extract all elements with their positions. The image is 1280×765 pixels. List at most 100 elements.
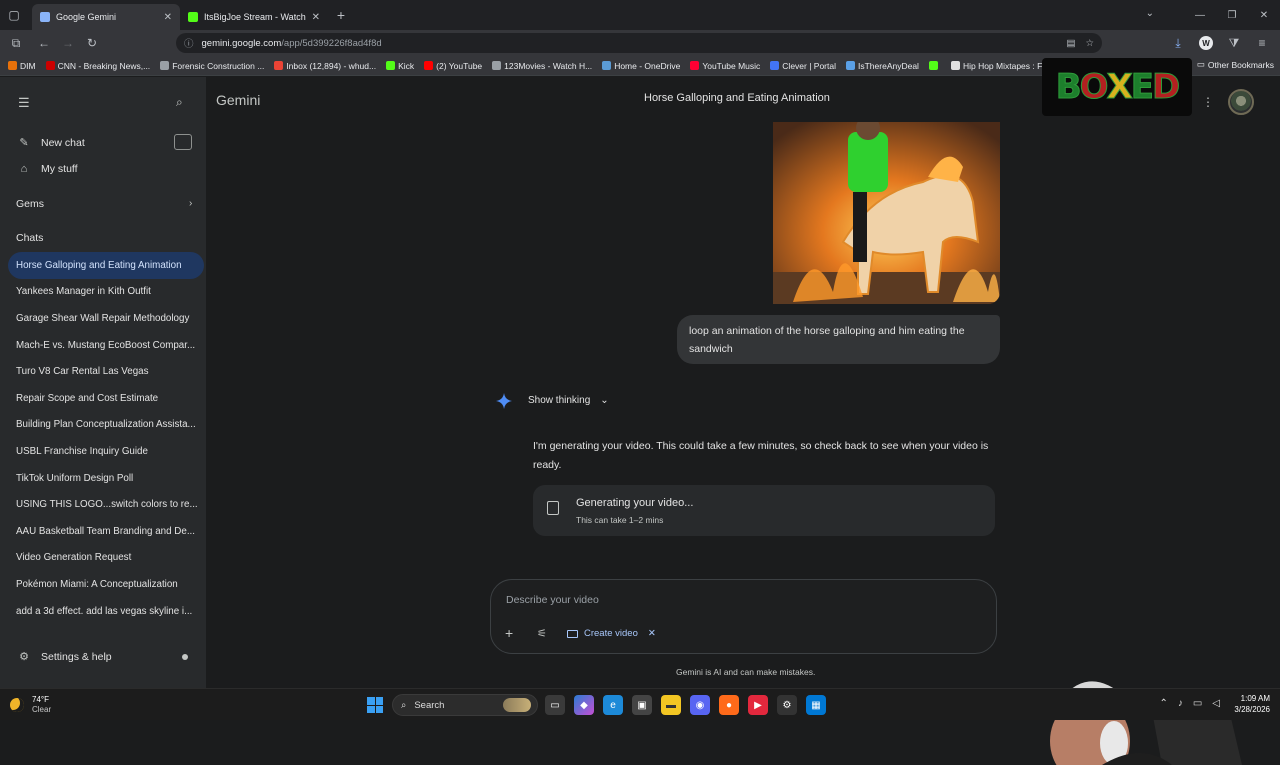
model-response: I'm generating your video. This could ta…: [533, 440, 989, 471]
generated-image[interactable]: [773, 122, 1000, 304]
bookmark-item[interactable]: Hip Hop Mixtapes : Fr...: [950, 60, 1052, 71]
tab-actions-icon[interactable]: ▢: [0, 0, 28, 30]
chat-list-item[interactable]: Mach-E vs. Mustang EcoBoost Compar...: [8, 332, 204, 359]
chat-list-item[interactable]: TikTok Uniform Design Poll: [8, 465, 204, 492]
system-tray: ⌃ ♪ ▭ ◁: [1159, 698, 1220, 709]
close-tab-icon[interactable]: ✕: [312, 12, 320, 23]
tab-itsbigjoe-stream[interactable]: ItsBigJoe Stream - Watch Live o ✕: [180, 4, 328, 30]
extensions-icon[interactable]: ⧩: [1222, 31, 1246, 55]
tab-google-gemini[interactable]: Google Gemini ✕: [32, 4, 180, 30]
generation-status-subtitle: This can take 1–2 mins: [576, 515, 664, 525]
restore-icon[interactable]: ❐: [1216, 0, 1248, 30]
volume-icon[interactable]: ◁: [1212, 698, 1220, 709]
bookmark-favicon-icon: [950, 61, 960, 70]
bookmark-item[interactable]: (2) YouTube: [424, 61, 482, 71]
weather-widget[interactable]: 74°F Clear: [10, 695, 51, 715]
temporary-chat-icon[interactable]: [174, 134, 192, 150]
chat-list-item[interactable]: Horse Galloping and Eating Animation: [8, 252, 204, 279]
download-icon[interactable]: ⤓: [1166, 31, 1190, 55]
bookmark-item[interactable]: Clever | Portal: [770, 61, 836, 71]
bookmark-label: Hip Hop Mixtapes : Fr...: [962, 60, 1052, 71]
gems-link[interactable]: Gems: [16, 198, 44, 210]
close-window-icon[interactable]: ✕: [1248, 0, 1280, 30]
photos-icon[interactable]: ▦: [806, 695, 826, 715]
system-clock[interactable]: 1:09 AM 3/28/2026: [1234, 693, 1270, 715]
add-attachment-icon[interactable]: +: [505, 625, 513, 641]
chevron-up-icon[interactable]: ⌃: [1159, 698, 1167, 709]
chat-list-item[interactable]: Video Generation Request: [8, 545, 204, 572]
new-chat-button[interactable]: ✎ New chat: [18, 136, 84, 150]
store-icon[interactable]: ▣: [632, 695, 652, 715]
other-bookmarks[interactable]: ▭ Other Bookmarks: [1197, 59, 1274, 70]
bookmark-item[interactable]: DIM: [8, 61, 36, 71]
main-menu-icon[interactable]: ☰: [18, 95, 30, 111]
account-avatar[interactable]: [1228, 89, 1254, 115]
microphone-icon[interactable]: ♪: [1178, 698, 1183, 709]
create-video-chip[interactable]: Create video ✕: [567, 628, 656, 639]
media-player-icon[interactable]: ▶: [748, 695, 768, 715]
weather-condition: Clear: [32, 705, 52, 714]
bookmark-item[interactable]: Kick: [386, 61, 414, 71]
chat-list-item[interactable]: Garage Shear Wall Repair Methodology: [8, 305, 204, 332]
video-generation-card: Generating your video... This can take 1…: [533, 485, 995, 536]
new-tab-button[interactable]: +: [328, 7, 354, 23]
windows-start-icon[interactable]: [367, 697, 383, 713]
gemini-brand[interactable]: Gemini: [216, 92, 260, 108]
reload-icon[interactable]: ↻: [80, 31, 104, 55]
tools-icon[interactable]: ⚟: [537, 627, 547, 640]
chat-list-item[interactable]: AAU Basketball Team Branding and De...: [8, 518, 204, 545]
firefox-icon[interactable]: ●: [719, 695, 739, 715]
address-bar[interactable]: ⓘ gemini.google.com/app/5d399226f8ad4f8d…: [176, 33, 1102, 53]
chat-list-item[interactable]: USING THIS LOGO...switch colors to re...: [8, 491, 204, 518]
chat-list-item[interactable]: Building Plan Conceptualization Assista.…: [8, 412, 204, 439]
taskbar-search[interactable]: ⌕ Search: [392, 694, 538, 716]
settings-app-icon[interactable]: ⚙: [777, 695, 797, 715]
settings-help-button[interactable]: ⚙ Settings & help: [18, 650, 112, 664]
reader-icon[interactable]: ▤: [1066, 38, 1075, 49]
prompt-composer[interactable]: Describe your video + ⚟ Create video ✕: [490, 579, 997, 654]
bookmark-item[interactable]: IsThereAnyDeal: [846, 61, 919, 71]
chat-list-item[interactable]: Repair Scope and Cost Estimate: [8, 385, 204, 412]
back-icon[interactable]: ←: [32, 31, 56, 55]
bookmark-item[interactable]: 123Movies - Watch H...: [492, 61, 592, 71]
chat-list-item[interactable]: add a 3d effect. add las vegas skyline i…: [8, 598, 204, 625]
bookmark-star-icon[interactable]: ☆: [1085, 38, 1094, 49]
close-tab-icon[interactable]: ✕: [164, 12, 172, 23]
bookmark-label: Inbox (12,894) - whud...: [286, 60, 377, 71]
chat-list-item[interactable]: Turo V8 Car Rental Las Vegas: [8, 358, 204, 385]
search-icon[interactable]: ⌕: [176, 95, 183, 110]
sidebar-toggle-icon[interactable]: ⧉: [4, 31, 28, 55]
task-view-icon[interactable]: ▭: [545, 695, 565, 715]
prompt-input[interactable]: Describe your video: [506, 594, 599, 606]
chat-list-item[interactable]: Pokémon Miami: A Conceptualization: [8, 571, 204, 598]
my-stuff-button[interactable]: ⌂ My stuff: [18, 163, 78, 175]
bookmark-item[interactable]: CNN - Breaking News,...: [45, 61, 150, 71]
copilot-icon[interactable]: ◆: [574, 695, 594, 715]
chat-list-item[interactable]: USBL Franchise Inquiry Guide: [8, 438, 204, 465]
chat-list-item[interactable]: Yankees Manager in Kith Outfit: [8, 279, 204, 306]
show-thinking-toggle[interactable]: Show thinking ⌄: [528, 395, 609, 406]
forward-icon[interactable]: →: [56, 31, 80, 55]
file-explorer-icon[interactable]: ▬: [661, 695, 681, 715]
more-options-icon[interactable]: ⋮: [1202, 95, 1214, 109]
chevron-right-icon[interactable]: ›: [189, 198, 192, 209]
search-highlight-image: [503, 698, 531, 712]
site-info-icon[interactable]: ⓘ: [184, 36, 194, 50]
bookmark-label: 123Movies - Watch H...: [504, 60, 593, 71]
bookmark-label: Forensic Construction ...: [172, 60, 265, 71]
discord-icon[interactable]: ◉: [690, 695, 710, 715]
profile-button[interactable]: W: [1194, 31, 1218, 55]
menu-icon[interactable]: ≡: [1250, 31, 1274, 55]
bookmark-item[interactable]: Inbox (12,894) - whud...: [274, 61, 376, 71]
create-video-label: Create video: [584, 628, 638, 639]
bookmark-item[interactable]: Forensic Construction ...: [160, 61, 264, 71]
gear-icon: ⚙: [19, 651, 29, 663]
tab-search-icon[interactable]: ⌄: [1146, 8, 1154, 19]
bookmark-item[interactable]: YouTube Music: [690, 61, 760, 71]
edge-icon[interactable]: e: [603, 695, 623, 715]
remove-chip-icon[interactable]: ✕: [648, 628, 656, 639]
bookmark-item[interactable]: [928, 61, 941, 70]
minimize-icon[interactable]: —: [1184, 0, 1216, 30]
display-icon[interactable]: ▭: [1193, 698, 1202, 709]
bookmark-item[interactable]: Home - OneDrive: [602, 61, 680, 71]
